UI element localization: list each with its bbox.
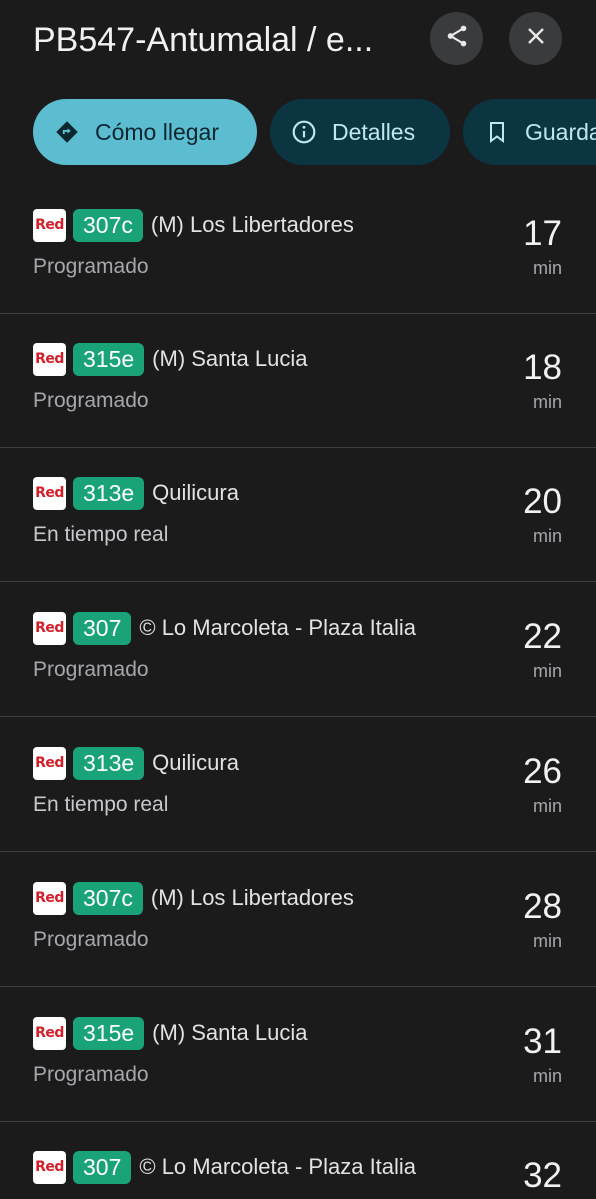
status-text: En tiempo real xyxy=(33,793,169,816)
destination: (M) Santa Lucia xyxy=(152,1020,308,1045)
destination: © Lo Marcoleta - Plaza Italia xyxy=(139,615,417,640)
operator-logo: Red xyxy=(33,208,66,242)
route-badge: 313e xyxy=(73,746,145,780)
route-badge: 307 xyxy=(73,611,132,645)
save-label: Guardar xyxy=(525,118,596,145)
status-text: Programado xyxy=(33,389,149,412)
status-text: Programado xyxy=(33,928,149,951)
route-badge: 307c xyxy=(73,208,143,242)
share-button[interactable] xyxy=(430,12,483,65)
operator-logo: Red xyxy=(33,1150,66,1184)
status-text: Programado xyxy=(33,1063,149,1086)
eta-value: 20 xyxy=(523,482,562,521)
save-button[interactable]: Guardar xyxy=(463,99,596,165)
destination: (M) Los Libertadores xyxy=(150,212,354,237)
eta-unit: min xyxy=(532,1066,562,1086)
share-icon xyxy=(444,23,470,54)
route-badge: 315e xyxy=(73,1016,145,1050)
eta-unit: min xyxy=(532,392,562,412)
operator-logo: Red xyxy=(33,1016,66,1050)
operator-logo: Red xyxy=(33,881,66,915)
eta-value: 17 xyxy=(523,214,562,253)
directions-icon xyxy=(53,118,81,146)
eta-unit: min xyxy=(532,796,562,816)
eta-unit: min xyxy=(532,526,562,546)
eta-value: 32 xyxy=(523,1156,562,1195)
destination: © Lo Marcoleta - Plaza Italia xyxy=(139,1154,417,1179)
route-badge: 315e xyxy=(73,342,145,376)
details-label: Detalles xyxy=(332,118,416,145)
destination: (M) Santa Lucia xyxy=(152,346,308,371)
action-chips: Cómo llegar Detalles Guardar xyxy=(0,99,596,165)
eta-value: 28 xyxy=(523,887,562,926)
eta-value: 18 xyxy=(523,348,562,387)
operator-logo: Red xyxy=(33,611,66,645)
operator-logo: Red xyxy=(33,342,66,376)
page-title: PB547-Antumalal / e... xyxy=(33,21,374,59)
destination: Quilicura xyxy=(152,750,239,775)
departure-row[interactable]: Red 315e (M) Santa Lucia Programado 31 m… xyxy=(0,988,596,1122)
eta-unit: min xyxy=(532,661,562,681)
route-badge: 307 xyxy=(73,1150,132,1184)
departure-row[interactable]: Red 307 © Lo Marcoleta - Plaza Italia 32 xyxy=(0,1122,596,1199)
operator-logo: Red xyxy=(33,746,66,780)
operator-logo: Red xyxy=(33,476,66,510)
status-text: Programado xyxy=(33,658,149,681)
directions-label: Cómo llegar xyxy=(95,118,219,145)
directions-button[interactable]: Cómo llegar xyxy=(33,99,257,165)
close-button[interactable] xyxy=(509,12,562,65)
departure-row[interactable]: Red 315e (M) Santa Lucia Programado 18 m… xyxy=(0,314,596,448)
details-button[interactable]: Detalles xyxy=(270,99,450,165)
departure-row[interactable]: Red 313e Quilicura En tiempo real 26 min xyxy=(0,718,596,852)
destination: (M) Los Libertadores xyxy=(150,885,354,910)
eta-value: 22 xyxy=(523,617,562,656)
close-icon xyxy=(524,24,548,53)
departure-row[interactable]: Red 313e Quilicura En tiempo real 20 min xyxy=(0,448,596,582)
status-text: En tiempo real xyxy=(33,523,169,546)
eta-unit: min xyxy=(532,931,562,951)
destination: Quilicura xyxy=(152,480,239,505)
eta-value: 26 xyxy=(523,752,562,791)
route-badge: 313e xyxy=(73,476,145,510)
bookmark-icon xyxy=(483,118,511,146)
departure-row[interactable]: Red 307 © Lo Marcoleta - Plaza Italia Pr… xyxy=(0,583,596,717)
departure-row[interactable]: Red 307c (M) Los Libertadores Programado… xyxy=(0,853,596,987)
status-text: Programado xyxy=(33,255,149,278)
eta-unit: min xyxy=(532,258,562,278)
eta-value: 31 xyxy=(523,1022,562,1061)
header: PB547-Antumalal / e... xyxy=(0,0,596,90)
route-badge: 307c xyxy=(73,881,143,915)
info-icon xyxy=(290,118,318,146)
departure-row[interactable]: Red 307c (M) Los Libertadores Programado… xyxy=(0,180,596,314)
